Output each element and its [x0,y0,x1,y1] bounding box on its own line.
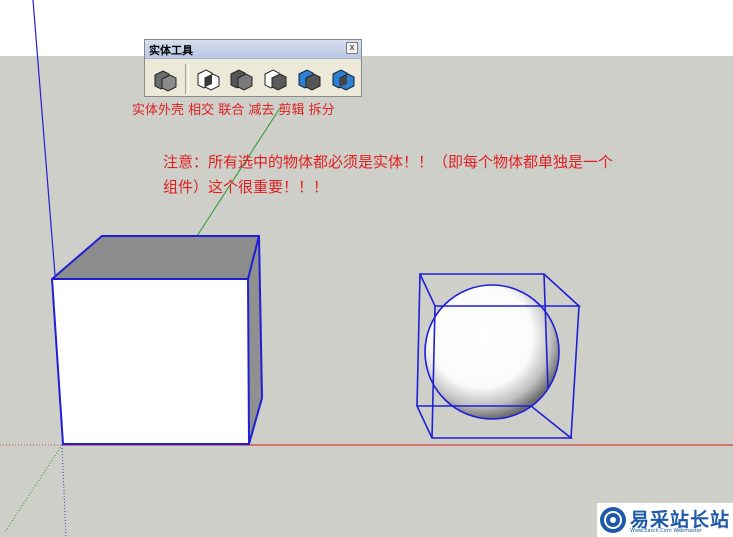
subtract-button[interactable] [261,65,289,93]
toolbar-title: 实体工具 [149,44,193,57]
watermark: 易采站长站 Www.Easck.Com Webmaster [597,503,733,537]
subtract-icon [264,69,287,91]
green-axis-negative [4,444,63,533]
cube-solid[interactable] [50,235,264,445]
split-icon [332,69,355,91]
watermark-subtext: Www.Easck.Com Webmaster [630,528,702,534]
solid-tools-toolbar[interactable]: 实体工具 x [144,39,362,97]
toolbar-titlebar[interactable]: 实体工具 x [145,40,361,59]
outer-shell-icon [154,70,177,92]
outer-shell-button[interactable] [151,65,179,93]
trim-button[interactable] [295,65,323,93]
sketchup-viewport[interactable]: 实体工具 x 实体外壳 相交 联合 减去 剪辑 拆分 注意：所有选中的物体都必须… [0,0,733,537]
cube-front-face [52,279,249,444]
close-button[interactable]: x [346,42,358,54]
intersect-icon [197,69,220,91]
blue-axis [32,0,56,276]
tool-labels: 实体外壳 相交 联合 减去 剪辑 拆分 [132,103,335,118]
intersect-button[interactable] [194,65,222,93]
sphere-solid[interactable] [415,273,582,439]
union-icon [230,69,253,91]
model-scene[interactable] [0,0,733,537]
blue-axis-negative [61,444,67,537]
warning-note: 注意：所有选中的物体都必须是实体！！（即每个物体都单独是一个 组件）这个很重要！… [163,150,733,200]
union-button[interactable] [227,65,255,93]
watermark-logo-icon [600,507,626,533]
toolbar-separator [185,64,189,94]
cube-top-face [52,236,259,279]
trim-icon [298,69,321,91]
warning-note-line-2: 组件）这个很重要！！！ [163,178,329,196]
split-button[interactable] [329,65,357,93]
warning-note-line-1: 注意：所有选中的物体都必须是实体！！（即每个物体都单独是一个 [163,153,614,171]
